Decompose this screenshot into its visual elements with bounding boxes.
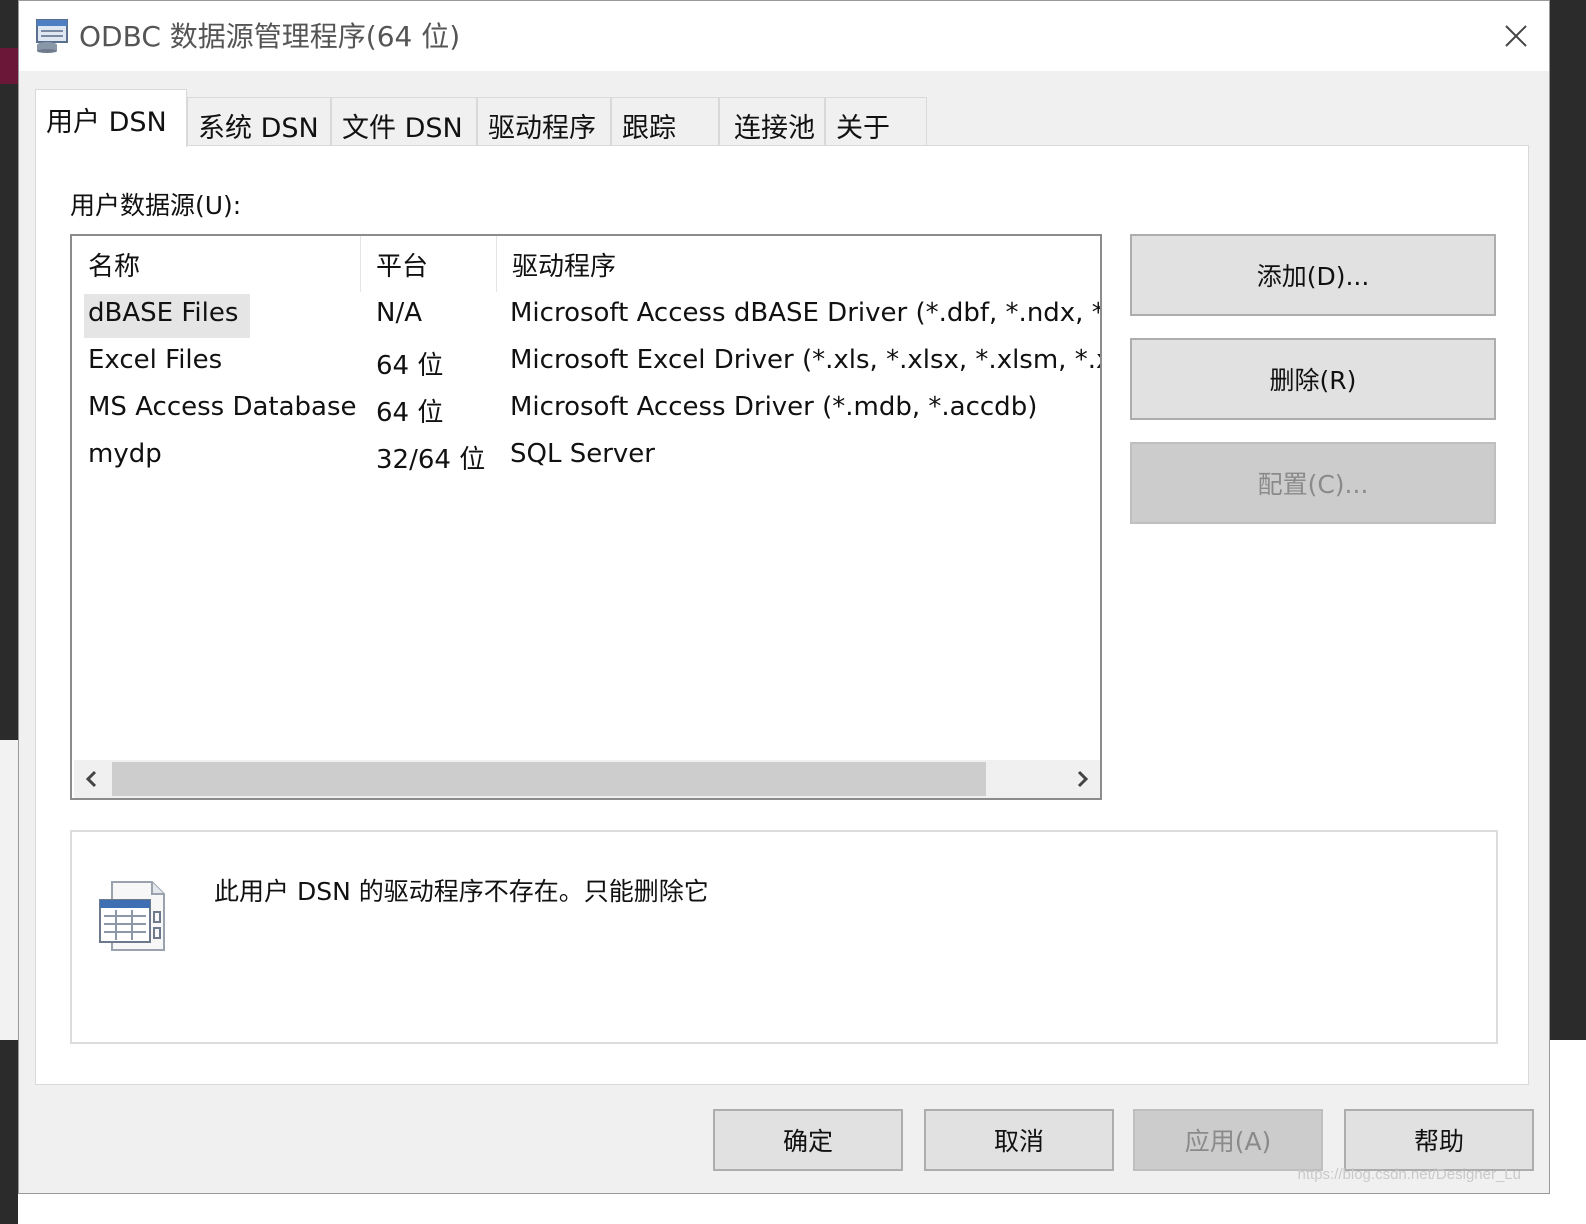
list-item-name[interactable]: Excel Files	[88, 345, 222, 375]
background-app-left	[0, 0, 18, 1224]
list-item-driver[interactable]: Microsoft Excel Driver (*.xls, *.xlsx, *…	[510, 345, 1100, 375]
window-title: ODBC 数据源管理程序(64 位)	[79, 20, 461, 53]
tab-tracing[interactable]: 跟踪	[611, 97, 719, 145]
scroll-right-button[interactable]	[1064, 760, 1100, 798]
column-header-name[interactable]: 名称	[88, 246, 140, 283]
list-item-platform[interactable]: N/A	[376, 298, 422, 328]
list-item-platform[interactable]: 32/64 位	[376, 439, 485, 476]
tab-file-dsn[interactable]: 文件 DSN	[331, 97, 477, 145]
list-item-name[interactable]: mydp	[88, 439, 162, 469]
info-message: 此用户 DSN 的驱动程序不存在。只能删除它	[214, 877, 709, 906]
list-item-platform[interactable]: 64 位	[376, 392, 443, 429]
cancel-button[interactable]: 取消	[924, 1109, 1114, 1171]
user-dsn-list[interactable]: 名称 平台 驱动程序 dBASE Files N/A Excel Files 6…	[70, 234, 1102, 800]
horizontal-scrollbar[interactable]	[74, 760, 1100, 798]
tab-panel-user-dsn: 用户数据源(U): 名称 平台 驱动程序 dBASE Files N/A Exc…	[35, 145, 1529, 1085]
list-item-platform[interactable]: 64 位	[376, 345, 443, 382]
chevron-right-icon	[1077, 770, 1089, 788]
help-button[interactable]: 帮助	[1344, 1109, 1534, 1171]
background-app-strip	[0, 740, 18, 1040]
title-bar[interactable]: ODBC 数据源管理程序(64 位)	[19, 1, 1549, 71]
scroll-left-button[interactable]	[74, 760, 110, 798]
column-separator[interactable]	[360, 236, 361, 292]
add-button[interactable]: 添加(D)...	[1130, 234, 1496, 316]
remove-button[interactable]: 删除(R)	[1130, 338, 1496, 420]
odbc-app-icon	[36, 19, 68, 53]
background-app-strip	[0, 48, 18, 84]
list-item-name[interactable]: MS Access Database	[88, 392, 357, 422]
scrollbar-thumb[interactable]	[112, 762, 986, 796]
odbc-dialog: ODBC 数据源管理程序(64 位) 用户 DSN 系统 DSN 文件 DSN …	[18, 0, 1550, 1194]
apply-button[interactable]: 应用(A)	[1133, 1109, 1323, 1171]
watermark: https://blog.csdn.net/Designer_Lu	[1297, 1166, 1521, 1183]
tab-drivers[interactable]: 驱动程序	[477, 97, 611, 145]
column-separator[interactable]	[496, 236, 497, 292]
configure-button[interactable]: 配置(C)...	[1130, 442, 1496, 524]
driver-column-clip: Microsoft Access dBASE Driver (*.dbf, *.…	[510, 236, 1100, 756]
data-source-icon	[99, 881, 165, 951]
tab-connection-pooling[interactable]: 连接池	[719, 97, 825, 145]
list-item-driver[interactable]: Microsoft Access Driver (*.mdb, *.accdb)	[510, 392, 1037, 422]
close-icon	[1505, 25, 1527, 47]
close-button[interactable]	[1491, 11, 1541, 61]
ok-button[interactable]: 确定	[713, 1109, 903, 1171]
tab-system-dsn[interactable]: 系统 DSN	[187, 97, 331, 145]
chevron-left-icon	[85, 770, 97, 788]
list-item-driver[interactable]: Microsoft Access dBASE Driver (*.dbf, *.…	[510, 298, 1100, 328]
list-item-driver[interactable]: SQL Server	[510, 439, 655, 469]
info-box: 此用户 DSN 的驱动程序不存在。只能删除它	[70, 830, 1498, 1044]
list-item-name[interactable]: dBASE Files	[88, 298, 238, 328]
tab-user-dsn[interactable]: 用户 DSN	[35, 89, 187, 147]
tab-about[interactable]: 关于	[825, 97, 927, 145]
background-app-right-lower	[1550, 1040, 1586, 1224]
column-header-platform[interactable]: 平台	[376, 246, 428, 283]
user-data-sources-label: 用户数据源(U):	[70, 191, 242, 220]
